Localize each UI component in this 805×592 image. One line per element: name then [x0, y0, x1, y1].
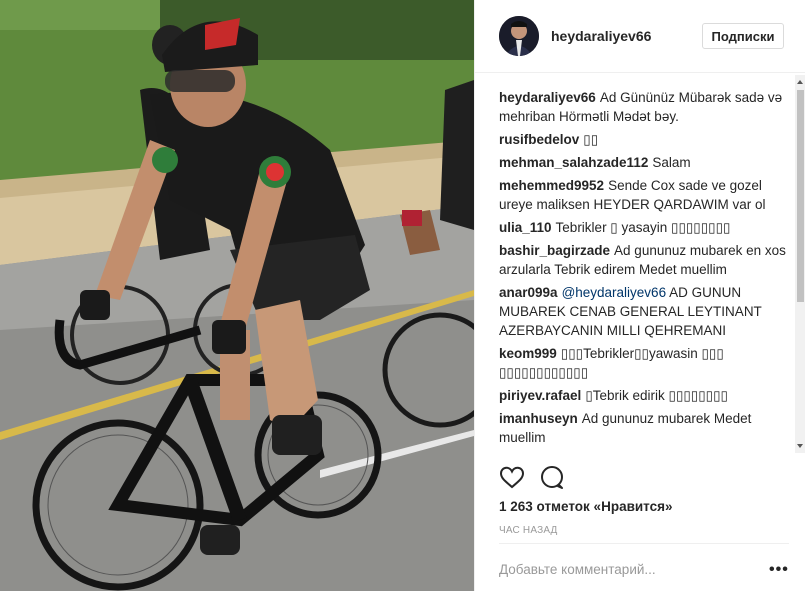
comment-username[interactable]: bashir_bagirzade: [499, 243, 610, 258]
post-header: heydaraliyev66 Подписки: [475, 0, 805, 73]
comment-username[interactable]: rusifbedelov: [499, 132, 579, 147]
comment-item: imanhuseyn Ad gununuz mubarek Medet muell…: [499, 409, 789, 447]
comments-scrollbar[interactable]: [795, 75, 805, 453]
heart-icon: [499, 466, 525, 489]
avatar-image: [499, 16, 539, 56]
post-username[interactable]: heydaraliyev66: [551, 28, 651, 44]
comment-text: Salam: [652, 155, 691, 170]
comment-item: mehman_salahzade112 Salam: [499, 153, 789, 172]
comment-username[interactable]: heydaraliyev66: [499, 90, 596, 105]
comment-icon: [541, 466, 563, 489]
add-comment-input[interactable]: [499, 562, 754, 577]
post-timestamp[interactable]: час назад: [499, 525, 558, 536]
comment-username[interactable]: imanhuseyn: [499, 411, 578, 426]
scroll-up-arrow-icon[interactable]: [797, 80, 803, 84]
comment-username[interactable]: mehman_salahzade112: [499, 155, 648, 170]
following-button[interactable]: Подписки: [702, 23, 784, 49]
comment-item: ulia_110 Tebrikler ▯ yasayin ▯▯▯▯▯▯▯▯: [499, 218, 789, 237]
comment-item: heydaraliyev66 Ad Gününüz Mübarək sadə və…: [499, 88, 789, 126]
comment-button[interactable]: [539, 465, 565, 491]
comment-item: rusifbedelov ▯▯: [499, 130, 789, 149]
scrollbar-thumb[interactable]: [797, 90, 804, 302]
comment-mention[interactable]: @heydaraliyev66: [562, 285, 667, 300]
add-comment-section: •••: [499, 543, 789, 592]
comment-item: piriyev.rafael ▯Tebrik edirik ▯▯▯▯▯▯▯▯: [499, 386, 789, 405]
comment-text: ▯Tebrik edirik ▯▯▯▯▯▯▯▯: [585, 388, 728, 403]
post-side-panel: heydaraliyev66 Подписки heydaraliyev66 Ad…: [474, 0, 805, 591]
comment-item: anar099a @heydaraliyev66 AD GUNUN MUBAREK…: [499, 283, 789, 340]
scroll-down-arrow-icon[interactable]: [797, 444, 803, 448]
comment-text: ▯▯: [583, 132, 599, 147]
likes-count[interactable]: 1 263 отметок «Нравится»: [499, 499, 673, 514]
comments-list[interactable]: heydaraliyev66 Ad Gününüz Mübarək sadə və…: [499, 88, 789, 448]
avatar[interactable]: [499, 16, 539, 56]
comment-item: bashir_bagirzade Ad gununuz mubarek en xo…: [499, 241, 789, 279]
comment-item: mehemmed9952 Sende Cox sade ve gozel urey…: [499, 176, 789, 214]
instagram-post-view: heydaraliyev66 Подписки heydaraliyev66 Ad…: [0, 0, 805, 591]
comment-username[interactable]: keom999: [499, 346, 557, 361]
comment-item: keom999 ▯▯▯Tebrikler▯▯yawasin ▯▯▯ ▯▯▯▯▯▯▯…: [499, 344, 789, 382]
comment-username[interactable]: mehemmed9952: [499, 178, 604, 193]
comment-text: Tebrikler ▯ yasayin ▯▯▯▯▯▯▯▯: [555, 220, 731, 235]
more-options-icon[interactable]: •••: [769, 562, 789, 578]
post-photo[interactable]: [0, 0, 474, 591]
comment-username[interactable]: anar099a: [499, 285, 558, 300]
cyclists-photo: [0, 0, 474, 591]
comment-username[interactable]: piriyev.rafael: [499, 388, 581, 403]
like-button[interactable]: [499, 465, 525, 491]
comment-username[interactable]: ulia_110: [499, 220, 552, 235]
